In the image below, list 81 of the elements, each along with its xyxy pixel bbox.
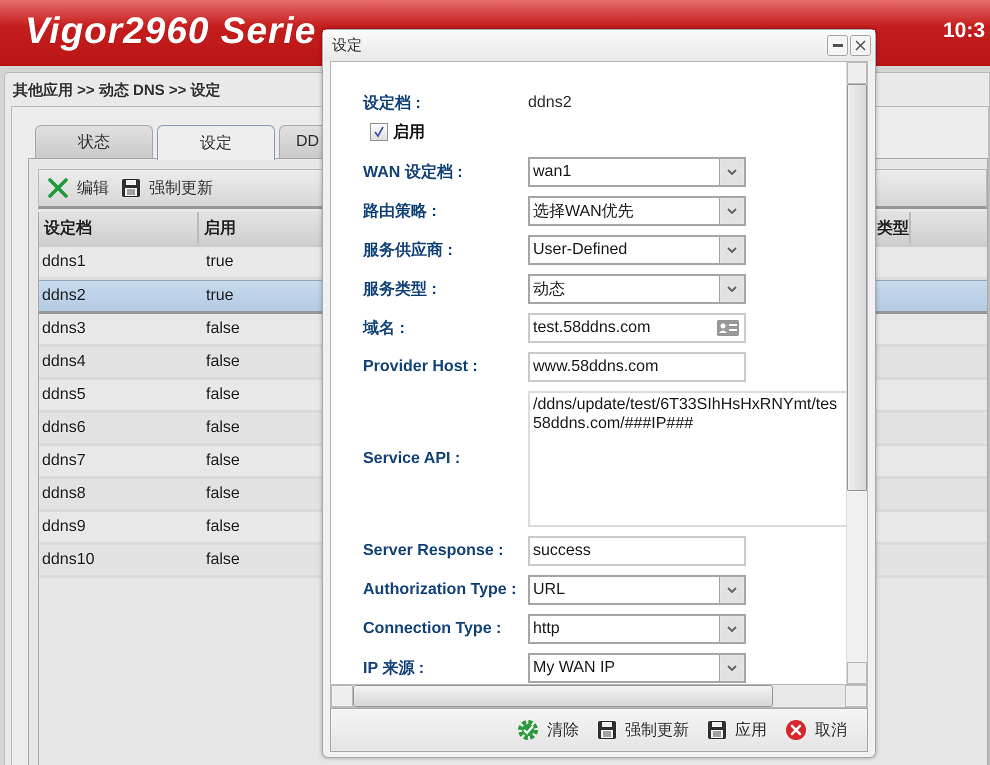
- breadcrumb: 其他应用 >> 动态 DNS >> 设定: [13, 81, 221, 100]
- field-label: 服务供应商 :: [363, 240, 454, 260]
- table-cell-text: ddns6: [41, 419, 87, 437]
- vertical-scrollbar[interactable]: [846, 62, 867, 684]
- scroll-down-button[interactable]: [847, 662, 867, 684]
- chevron-down-icon: [719, 577, 744, 603]
- table-cell-text: ddns7: [41, 452, 87, 470]
- field-label: Server Response :: [363, 542, 505, 560]
- checkbox[interactable]: [370, 123, 388, 141]
- dropdown[interactable]: User-Defined: [528, 235, 746, 265]
- toolbar-button[interactable]: 编辑: [47, 177, 109, 199]
- scroll-up-button[interactable]: [847, 62, 867, 84]
- chevron-down-icon: [719, 276, 744, 302]
- input-field[interactable]: success: [528, 536, 746, 566]
- table-cell-text: false: [205, 320, 240, 338]
- close-button[interactable]: [850, 35, 871, 56]
- close-icon: [855, 40, 866, 51]
- field-label: 服务类型 :: [363, 280, 438, 300]
- footer-button[interactable]: 清除: [517, 719, 579, 741]
- field-label: 路由策略 :: [363, 202, 438, 222]
- id-card-icon: [717, 320, 739, 336]
- table-cell-text: false: [205, 386, 240, 404]
- field-label: Authorization Type :: [363, 581, 518, 599]
- chevron-down-icon: [719, 616, 744, 642]
- dropdown[interactable]: URL: [528, 575, 746, 605]
- table-cell-text: ddns8: [41, 485, 87, 503]
- table-cell-text: false: [205, 353, 240, 371]
- table-cell-text: false: [205, 518, 240, 536]
- input-field[interactable]: www.58ddns.com: [528, 352, 746, 382]
- field-value: ddns2: [528, 94, 572, 112]
- dropdown[interactable]: 动态: [528, 274, 746, 304]
- field-label: Connection Type :: [363, 620, 502, 638]
- minimize-button[interactable]: [827, 35, 848, 56]
- field-label: Provider Host :: [363, 358, 479, 376]
- cancel-icon: [785, 719, 807, 741]
- table-cell-text: ddns2: [41, 287, 87, 305]
- tab[interactable]: 设定: [157, 125, 275, 160]
- dropdown[interactable]: wan1: [528, 157, 746, 187]
- table-cell-text: false: [205, 419, 240, 437]
- gear-check-icon: [517, 719, 539, 741]
- footer-button[interactable]: 强制更新: [597, 720, 689, 740]
- field-label: 域名 :: [363, 318, 406, 338]
- table-cell-text: ddns4: [41, 353, 87, 371]
- chevron-down-icon: [719, 198, 744, 224]
- field-label: WAN 设定档 :: [363, 162, 464, 182]
- clock-time: 10:3: [942, 19, 986, 43]
- chevron-down-icon: [719, 655, 744, 681]
- footer-button[interactable]: 取消: [785, 719, 847, 741]
- scroll-right-button[interactable]: [845, 685, 867, 707]
- tab[interactable]: 状态: [35, 125, 153, 158]
- toolbar-button[interactable]: 强制更新: [121, 178, 213, 198]
- table-cell-text: ddns3: [41, 320, 87, 338]
- chevron-down-icon: [719, 237, 744, 263]
- field-label: Service API :: [363, 450, 462, 468]
- table-cell-text: ddns10: [41, 551, 96, 569]
- table-cell-text: true: [205, 253, 234, 271]
- footer-button[interactable]: 应用: [707, 720, 767, 740]
- minimize-icon: [832, 44, 842, 47]
- input-field[interactable]: test.58ddns.com: [528, 313, 746, 343]
- dropdown[interactable]: http: [528, 614, 746, 644]
- chevron-down-icon: [719, 159, 744, 185]
- checkbox-label: 启用: [393, 122, 425, 142]
- dropdown[interactable]: My WAN IP: [528, 653, 746, 683]
- table-cell-text: true: [205, 287, 234, 305]
- table-cell-text: false: [205, 452, 240, 470]
- dialog-title: 设定: [332, 36, 362, 55]
- field-label: 设定档 :: [363, 93, 422, 114]
- dropdown[interactable]: 选择WAN优先: [528, 196, 746, 226]
- table-cell-text: ddns9: [41, 518, 87, 536]
- scroll-thumb[interactable]: [847, 84, 867, 491]
- table-cell-text: false: [205, 551, 240, 569]
- column-header[interactable]: 设定档: [39, 212, 199, 244]
- scroll-left-button[interactable]: [331, 685, 353, 707]
- scroll-thumb[interactable]: [353, 685, 773, 707]
- tools-icon: [47, 177, 69, 199]
- table-cell-text: ddns5: [41, 386, 87, 404]
- product-logo: Vigor2960 Serie: [25, 10, 316, 52]
- table-cell-text: ddns1: [41, 253, 87, 271]
- table-cell-text: false: [205, 485, 240, 503]
- horizontal-scrollbar[interactable]: [330, 685, 868, 708]
- field-label: IP 来源 :: [363, 658, 426, 678]
